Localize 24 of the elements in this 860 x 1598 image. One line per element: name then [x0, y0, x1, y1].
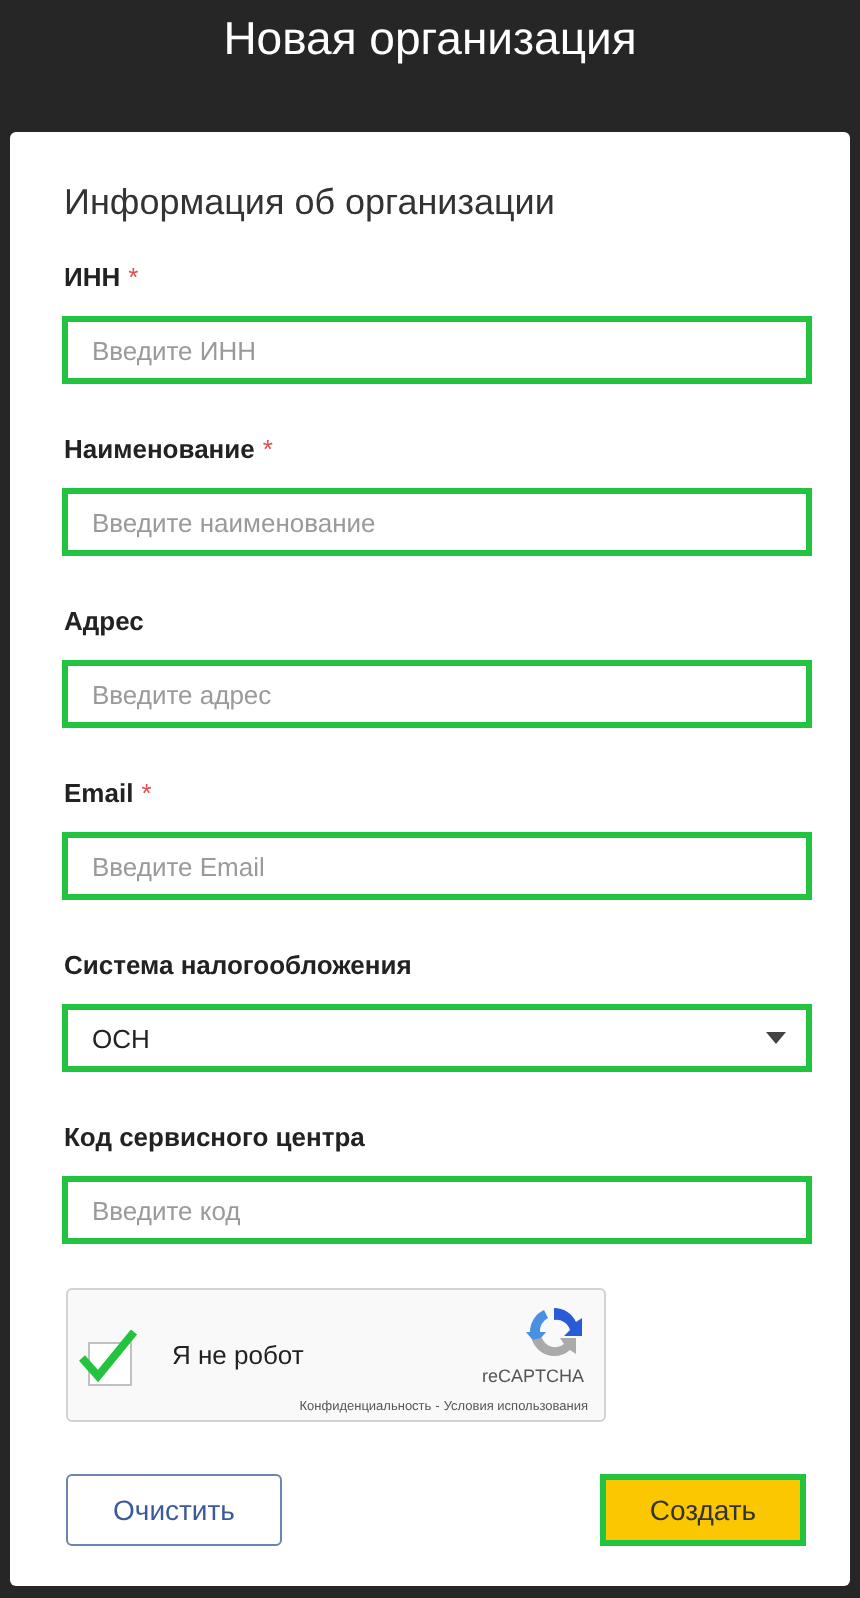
- input-field[interactable]: Введите ИНН: [62, 316, 812, 384]
- required-mark: *: [141, 777, 152, 807]
- recaptcha-logo-icon: [524, 1302, 584, 1362]
- caret-icon: [766, 1032, 786, 1044]
- input-field[interactable]: Введите наименование: [62, 488, 812, 556]
- input-field[interactable]: Введите адрес: [62, 660, 812, 728]
- field-label: Система налогообложения: [64, 949, 412, 979]
- captcha-label: Я не робот: [172, 1340, 304, 1370]
- required-mark: *: [262, 433, 273, 463]
- field-label: Код сервисного центра: [64, 1121, 365, 1151]
- input-field[interactable]: Введите код: [62, 1176, 812, 1244]
- field-label: Email: [64, 777, 134, 807]
- recaptcha-brand: reCAPTCHA: [481, 1366, 584, 1386]
- create-button[interactable]: Создать: [600, 1474, 806, 1546]
- field-label: ИНН: [64, 261, 121, 291]
- input-field[interactable]: Введите Email: [62, 832, 812, 900]
- field-label: Адрес: [64, 605, 144, 635]
- field-label: Наименование: [64, 433, 255, 463]
- required-mark: *: [128, 261, 139, 291]
- clear-button[interactable]: Очистить: [66, 1474, 282, 1546]
- section-heading: Информация об организации: [64, 180, 557, 224]
- select-field[interactable]: ОСН: [62, 1004, 812, 1072]
- captcha-checkbox[interactable]: [76, 1325, 140, 1385]
- page-title: Новая организация: [223, 10, 637, 68]
